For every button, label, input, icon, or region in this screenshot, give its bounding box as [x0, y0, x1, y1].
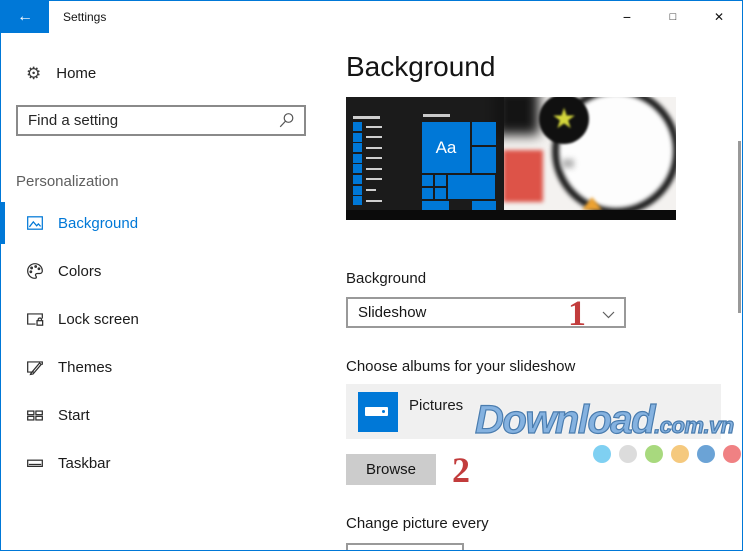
minimize-button[interactable]: − — [604, 1, 650, 33]
search-icon — [278, 112, 295, 129]
preview-tile — [422, 175, 433, 186]
annotation-step-2: 2 — [452, 450, 470, 490]
sidebar-nav: Background Colors Lock screen Themes Sta… — [1, 199, 331, 487]
sidebar-item-label: Lock screen — [58, 310, 139, 328]
taskbar-icon — [26, 454, 44, 472]
album-name: Pictures — [409, 397, 464, 414]
sidebar-item-home[interactable]: ⚙ Home — [26, 62, 96, 84]
search-input[interactable] — [18, 112, 278, 129]
watermark-suffix: .com.vn — [653, 412, 734, 438]
preview-taskbar — [346, 210, 676, 220]
sidebar-item-label: Start — [58, 406, 90, 424]
preview-tile — [422, 188, 433, 199]
preview-tile — [435, 175, 446, 186]
sidebar-item-background[interactable]: Background — [1, 199, 331, 247]
search-box — [16, 105, 306, 136]
preview-start-menu-panel: Aa — [346, 97, 504, 210]
watermark-dot — [671, 445, 689, 463]
sidebar-item-colors[interactable]: Colors — [1, 247, 331, 295]
sidebar-item-label: Themes — [58, 358, 113, 376]
albums-section-label: Choose albums for your slideshow — [346, 358, 576, 375]
browse-button[interactable]: Browse — [346, 454, 436, 485]
chevron-down-icon — [602, 311, 615, 319]
gear-icon: ⚙ — [26, 63, 42, 83]
sidebar-item-start[interactable]: Start — [1, 391, 331, 439]
sidebar-item-taskbar[interactable]: Taskbar — [1, 439, 331, 487]
preview-tile-aa: Aa — [422, 122, 470, 173]
watermark-dot — [645, 445, 663, 463]
maximize-button[interactable]: □ — [650, 1, 696, 33]
watermark-dot — [593, 445, 611, 463]
background-icon — [26, 214, 44, 232]
sidebar-item-themes[interactable]: Themes — [1, 343, 331, 391]
watermark-dot — [723, 445, 741, 463]
preview-tile — [435, 188, 446, 199]
section-label-personalization: Personalization — [16, 173, 119, 190]
watermark-text: Download — [474, 397, 656, 442]
change-picture-label: Change picture every — [346, 515, 489, 532]
background-preview: ★ Aa — [346, 97, 676, 220]
window-title: Settings — [63, 10, 107, 24]
back-button[interactable]: ← — [1, 1, 49, 33]
palette-icon — [26, 262, 44, 280]
preview-tile — [472, 147, 496, 173]
sidebar-item-label: Background — [58, 214, 139, 232]
preview-tile — [422, 201, 449, 210]
preview-red-shape — [503, 150, 543, 202]
preview-tile — [472, 201, 496, 210]
change-picture-dropdown[interactable] — [346, 543, 464, 550]
preview-menu-line — [353, 116, 380, 119]
window-controls: − □ ✕ — [604, 1, 742, 33]
watermark: Download .com.vn — [474, 397, 734, 443]
home-label: Home — [56, 64, 97, 82]
annotation-step-1: 1 — [568, 293, 586, 333]
preview-orange-triangle — [582, 197, 602, 210]
star-icon: ★ — [551, 103, 577, 134]
dropdown-selected-value: Slideshow — [358, 304, 427, 321]
preview-tile — [448, 175, 495, 199]
watermark-dot — [697, 445, 715, 463]
sidebar-item-lock-screen[interactable]: Lock screen — [1, 295, 331, 343]
start-layout-icon — [26, 406, 44, 424]
page-title: Background — [346, 51, 496, 82]
scrollbar-thumb[interactable] — [738, 141, 741, 313]
settings-window: ← Settings − □ ✕ ⚙ Home Personalization — [0, 0, 743, 551]
watermark-dots — [593, 445, 741, 463]
preview-tile — [472, 122, 496, 145]
preview-tiles-line — [423, 114, 450, 117]
lock-screen-icon — [26, 310, 44, 328]
watermark-dot — [619, 445, 637, 463]
background-dropdown-label: Background — [346, 270, 427, 287]
themes-icon — [26, 358, 44, 376]
close-button[interactable]: ✕ — [696, 1, 742, 33]
pictures-folder-icon — [358, 392, 398, 432]
sidebar-item-label: Colors — [58, 262, 102, 280]
sidebar-item-label: Taskbar — [58, 454, 111, 472]
preview-smudge — [562, 159, 574, 168]
preview-menu-rail — [353, 122, 382, 206]
